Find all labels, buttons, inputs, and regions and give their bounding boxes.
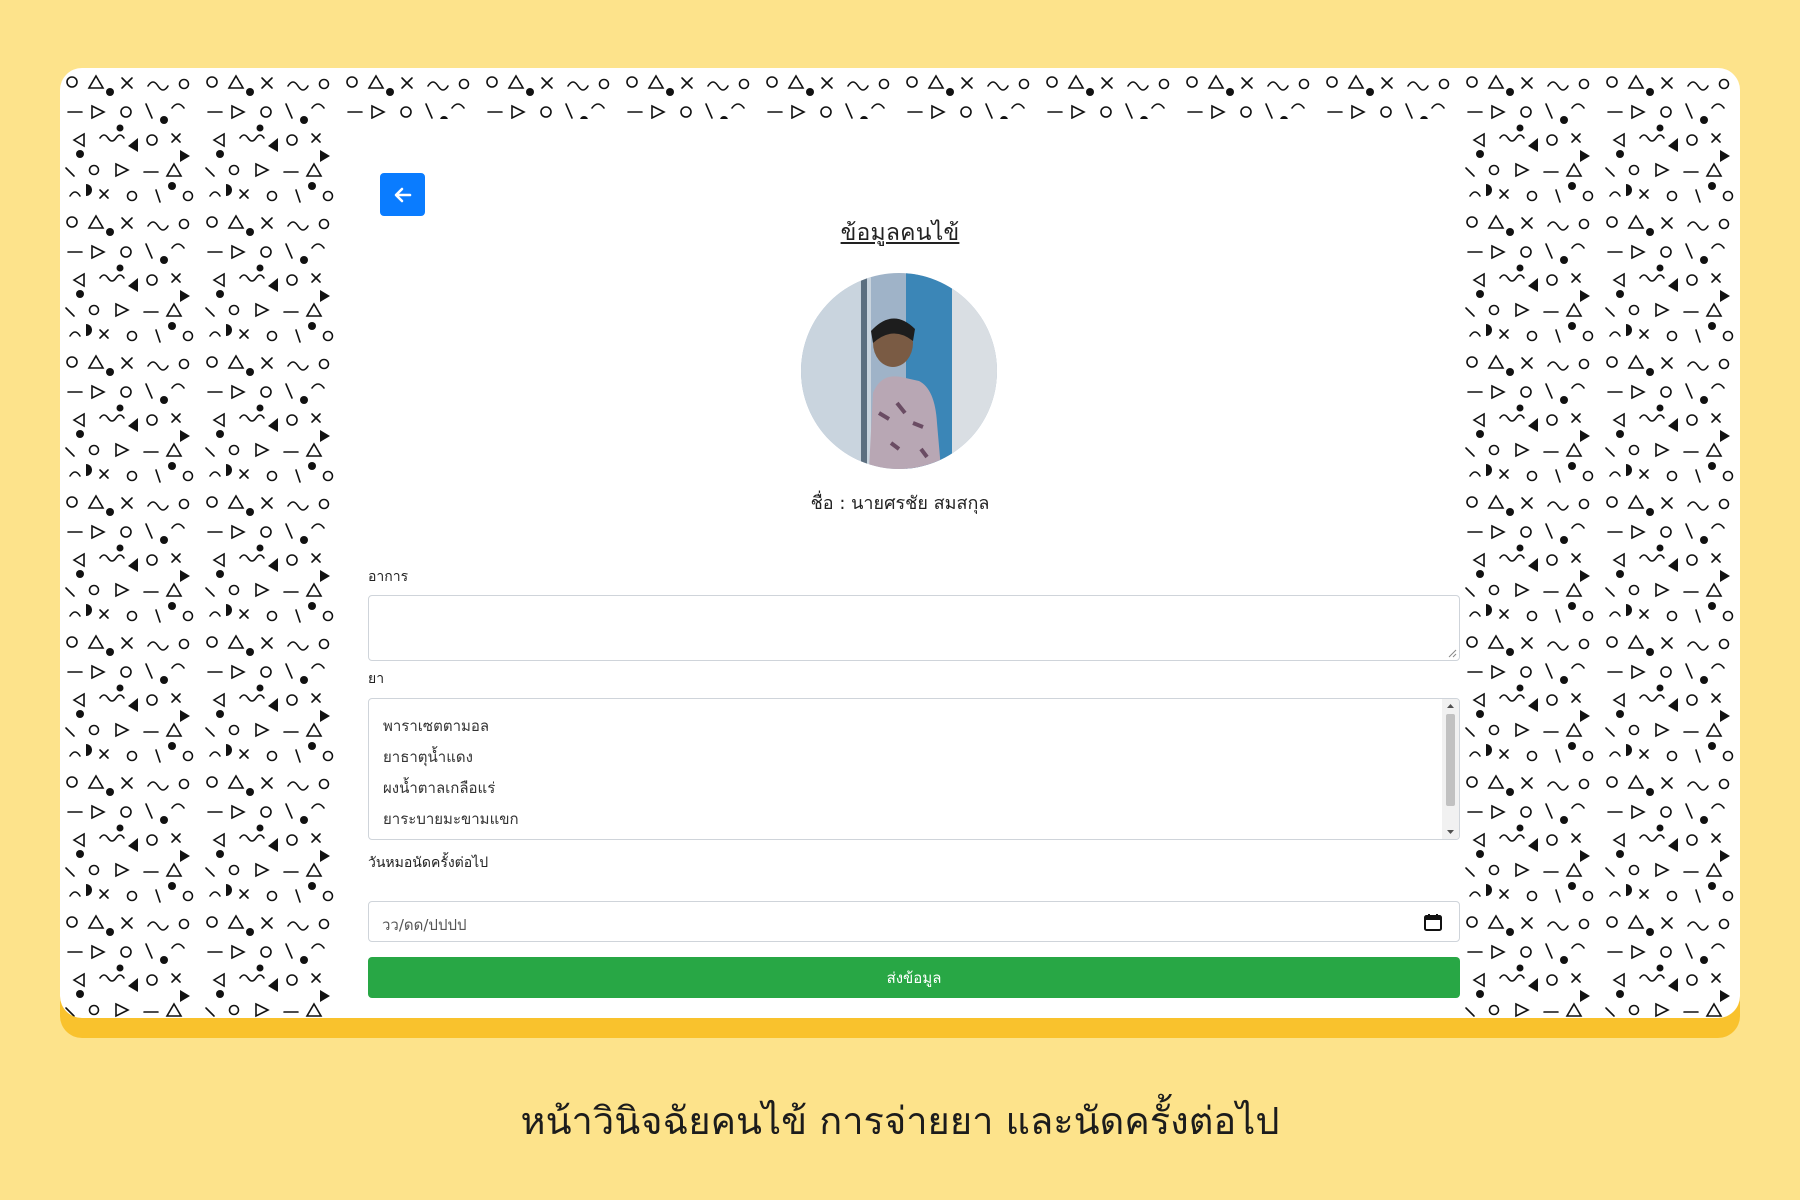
screenshot-frame: ข้อมูลคนไข้ ชื่อ : นายศรชัย สมสกุล อาการ… — [60, 68, 1740, 1018]
medicine-option[interactable]: พาราเซตตามอล — [383, 714, 489, 738]
medicine-option[interactable]: ยาธาตุน้ำแดง — [383, 745, 473, 769]
medicine-option[interactable]: ผงน้ำตาลเกลือแร่ — [383, 776, 495, 800]
slide-caption: หน้าวินิจฉัยคนไข้ การจ่ายยา และนัดครั้งต… — [520, 1099, 1280, 1143]
date-placeholder: วว/ดด/ปปปป — [382, 916, 467, 934]
patient-avatar — [801, 273, 997, 469]
appointment-date-input[interactable]: วว/ดด/ปปปป — [368, 901, 1460, 942]
patient-form-card: ข้อมูลคนไข้ ชื่อ : นายศรชัย สมสกุล อาการ… — [338, 119, 1462, 1018]
page-title: ข้อมูลคนไข้ — [840, 220, 960, 246]
symptoms-textarea[interactable] — [368, 595, 1460, 661]
appointment-label: วันหมอนัดครั้งต่อไป — [368, 855, 489, 871]
back-button[interactable] — [380, 173, 425, 216]
medicine-option[interactable]: ยาระบายมะขามแขก — [383, 807, 519, 831]
medicine-label: ยา — [368, 671, 385, 687]
scroll-down-icon[interactable] — [1442, 827, 1459, 837]
patient-name: ชื่อ : นายศรชัย สมสกุล — [810, 493, 990, 514]
symptoms-label: อาการ — [368, 569, 409, 585]
scroll-thumb[interactable] — [1446, 714, 1455, 806]
resize-grip-icon[interactable] — [1447, 648, 1457, 658]
arrow-left-icon — [394, 187, 411, 202]
calendar-icon[interactable] — [1423, 912, 1443, 932]
submit-button[interactable]: ส่งข้อมูล — [368, 957, 1460, 998]
medicine-select[interactable]: พาราเซตตามอล ยาธาตุน้ำแดง ผงน้ำตาลเกลือแ… — [368, 698, 1460, 840]
scroll-up-icon[interactable] — [1442, 701, 1459, 711]
medicine-scrollbar[interactable] — [1442, 699, 1459, 839]
